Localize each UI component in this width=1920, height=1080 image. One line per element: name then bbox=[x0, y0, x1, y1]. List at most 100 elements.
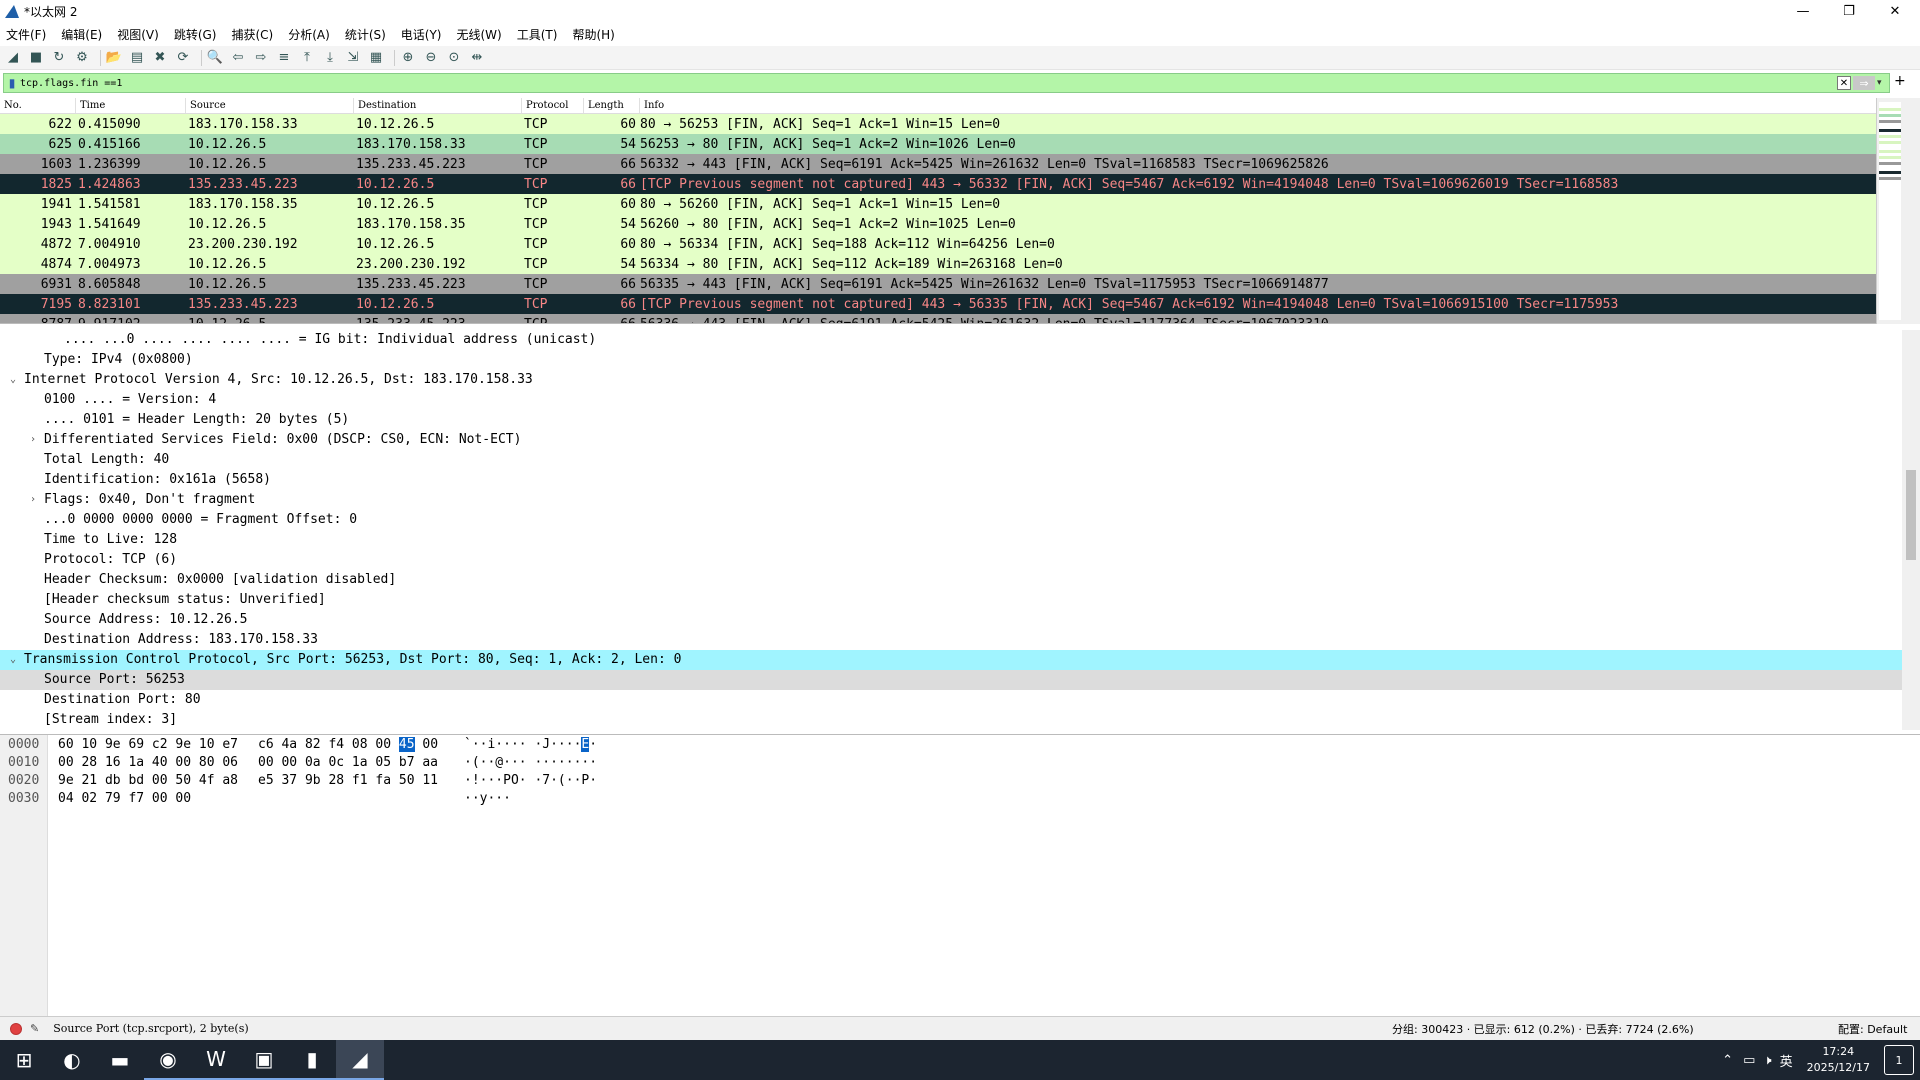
go-forward-icon[interactable]: ⇨ bbox=[252, 49, 270, 67]
notification-center-icon[interactable]: 1 bbox=[1884, 1045, 1914, 1075]
detail-line[interactable]: ⌄ Transmission Control Protocol, Src Port… bbox=[0, 650, 1902, 670]
tray-chevron-icon[interactable]: ⌃ bbox=[1722, 1053, 1733, 1068]
detail-line[interactable]: Source Port: 56253 bbox=[0, 670, 1902, 690]
packet-details-scrollbar[interactable] bbox=[1902, 330, 1920, 730]
menu-item-6[interactable]: 统计(S) bbox=[345, 26, 386, 43]
column-header-protocol[interactable]: Protocol bbox=[522, 98, 584, 113]
packet-row[interactable]: 4872 7.004910 23.200.230.192 10.12.26.5 TCP 6… bbox=[0, 234, 1876, 254]
capture-options-icon[interactable]: ⚙ bbox=[73, 49, 91, 67]
clear-filter-icon[interactable]: ✕ bbox=[1837, 76, 1851, 90]
menu-item-2[interactable]: 视图(V) bbox=[117, 26, 159, 43]
hex-ascii[interactable]: ·!···PO· ·7·(··P· bbox=[464, 772, 597, 790]
detail-line[interactable]: ⌄ Internet Protocol Version 4, Src: 10.12… bbox=[0, 370, 1902, 390]
expand-right-icon[interactable]: › bbox=[26, 490, 40, 510]
wireshark-icon[interactable]: ◢ bbox=[336, 1040, 384, 1080]
packet-row[interactable]: 4874 7.004973 10.12.26.5 23.200.230.192 TCP 5… bbox=[0, 254, 1876, 274]
network-icon[interactable]: ▭ bbox=[1743, 1053, 1755, 1068]
go-back-icon[interactable]: ⇦ bbox=[229, 49, 247, 67]
bookmark-icon[interactable]: ▮ bbox=[4, 74, 20, 92]
detail-line[interactable]: › Flags: 0x40, Don't fragment bbox=[0, 490, 1902, 510]
zoom-in-icon[interactable]: ⊕ bbox=[399, 49, 417, 67]
go-last-icon[interactable]: ⤓ bbox=[321, 49, 339, 67]
autoscroll-icon[interactable]: ⇲ bbox=[344, 49, 362, 67]
column-header-time[interactable]: Time bbox=[76, 98, 186, 113]
menu-item-10[interactable]: 帮助(H) bbox=[572, 26, 614, 43]
detail-line[interactable]: Destination Port: 80 bbox=[0, 690, 1902, 710]
hex-bytes-a[interactable]: 04 02 79 f7 00 00 bbox=[58, 790, 191, 808]
menu-item-7[interactable]: 电话(Y) bbox=[401, 26, 442, 43]
packet-row[interactable]: 1825 1.424863 135.233.45.223 10.12.26.5 TCP 6… bbox=[0, 174, 1876, 194]
expand-down-icon[interactable]: ⌄ bbox=[6, 370, 20, 390]
packet-row[interactable]: 1943 1.541649 10.12.26.5 183.170.158.35 TCP 5… bbox=[0, 214, 1876, 234]
menu-item-9[interactable]: 工具(T) bbox=[517, 26, 558, 43]
ime-indicator[interactable]: 英 bbox=[1780, 1051, 1793, 1070]
packet-row[interactable]: 625 0.415166 10.12.26.5 183.170.158.33 TCP 54… bbox=[0, 134, 1876, 154]
zoom-out-icon[interactable]: ⊖ bbox=[422, 49, 440, 67]
detail-line[interactable]: 0100 .... = Version: 4 bbox=[0, 390, 1902, 410]
start-capture-icon[interactable]: ◢ bbox=[4, 49, 22, 67]
save-file-icon[interactable]: ▤ bbox=[128, 49, 146, 67]
detail-line[interactable]: Header Checksum: 0x0000 [validation disa… bbox=[0, 570, 1902, 590]
packet-row[interactable]: 1941 1.541581 183.170.158.35 10.12.26.5 TCP 6… bbox=[0, 194, 1876, 214]
detail-line[interactable]: Destination Address: 183.170.158.33 bbox=[0, 630, 1902, 650]
start-icon[interactable]: ⊞ bbox=[0, 1040, 48, 1080]
menu-item-8[interactable]: 无线(W) bbox=[457, 26, 502, 43]
detail-line[interactable]: Identification: 0x161a (5658) bbox=[0, 470, 1902, 490]
menu-item-3[interactable]: 跳转(G) bbox=[174, 26, 217, 43]
packet-row[interactable]: 1603 1.236399 10.12.26.5 135.233.45.223 TCP 6… bbox=[0, 154, 1876, 174]
go-first-icon[interactable]: ⤒ bbox=[298, 49, 316, 67]
hex-bytes-a[interactable]: 9e 21 db bd 00 50 4f a8 bbox=[58, 772, 238, 790]
close-button[interactable]: ✕ bbox=[1872, 0, 1918, 22]
hex-bytes-a[interactable]: 60 10 9e 69 c2 9e 10 e7 bbox=[58, 736, 238, 754]
detail-line[interactable]: [Header checksum status: Unverified] bbox=[0, 590, 1902, 610]
find-packet-icon[interactable]: 🔍 bbox=[206, 49, 224, 67]
scrollbar-thumb[interactable] bbox=[1906, 470, 1916, 560]
hex-bytes-b[interactable]: 00 00 0a 0c 1a 05 b7 aa bbox=[258, 754, 438, 772]
detail-line[interactable]: .... ...0 .... .... .... .... = IG bit: … bbox=[0, 330, 1902, 350]
expert-info-icon[interactable] bbox=[10, 1022, 22, 1035]
resize-columns-icon[interactable]: ⇹ bbox=[468, 49, 486, 67]
hex-bytes-a[interactable]: 00 28 16 1a 40 00 80 06 bbox=[58, 754, 238, 772]
detail-line[interactable]: › Differentiated Services Field: 0x00 (DS… bbox=[0, 430, 1902, 450]
restart-capture-icon[interactable]: ↻ bbox=[50, 49, 68, 67]
clock[interactable]: 17:24 2025/12/17 bbox=[1807, 1044, 1870, 1076]
zoom-normal-icon[interactable]: ⊙ bbox=[445, 49, 463, 67]
stop-capture-icon[interactable]: ■ bbox=[27, 49, 45, 67]
detail-line[interactable]: Source Address: 10.12.26.5 bbox=[0, 610, 1902, 630]
menu-item-0[interactable]: 文件(F) bbox=[6, 26, 46, 43]
colorize-icon[interactable]: ▦ bbox=[367, 49, 385, 67]
volume-icon[interactable]: 🕨 bbox=[1763, 1053, 1771, 1068]
packet-row[interactable]: 7195 8.823101 135.233.45.223 10.12.26.5 TCP 6… bbox=[0, 294, 1876, 314]
column-header-source[interactable]: Source bbox=[186, 98, 354, 113]
expand-down-icon[interactable]: ⌄ bbox=[6, 650, 20, 670]
hex-bytes-b[interactable]: c6 4a 82 f4 08 00 45 00 bbox=[258, 736, 438, 754]
hex-ascii[interactable]: ··y··· bbox=[464, 790, 511, 808]
packet-row[interactable]: 8787 9.917102 10.12.26.5 135.233.45.223 TCP 6… bbox=[0, 314, 1876, 323]
packet-minimap-scrollbar[interactable] bbox=[1876, 98, 1902, 324]
close-file-icon[interactable]: ✖ bbox=[151, 49, 169, 67]
column-header-length[interactable]: Length bbox=[584, 98, 640, 113]
hex-ascii[interactable]: `··i···· ·J····E· bbox=[464, 736, 597, 754]
expand-right-icon[interactable]: › bbox=[26, 430, 40, 450]
detail-line[interactable]: Type: IPv4 (0x0800) bbox=[0, 350, 1902, 370]
packet-row[interactable]: 6931 8.605848 10.12.26.5 135.233.45.223 TCP 6… bbox=[0, 274, 1876, 294]
minimize-button[interactable]: — bbox=[1780, 0, 1826, 22]
detail-line[interactable]: Time to Live: 128 bbox=[0, 530, 1902, 550]
menu-item-4[interactable]: 捕获(C) bbox=[231, 26, 273, 43]
packet-row[interactable]: 622 0.415090 183.170.158.33 10.12.26.5 TCP 60… bbox=[0, 114, 1876, 134]
detail-line[interactable]: [Stream index: 3] bbox=[0, 710, 1902, 730]
detail-line[interactable]: ...0 0000 0000 0000 = Fragment Offset: 0 bbox=[0, 510, 1902, 530]
detail-line[interactable]: Total Length: 40 bbox=[0, 450, 1902, 470]
menu-item-1[interactable]: 编辑(E) bbox=[61, 26, 102, 43]
hex-bytes-b[interactable]: e5 37 9b 28 f1 fa 50 11 bbox=[258, 772, 438, 790]
open-file-icon[interactable]: 📂 bbox=[105, 49, 123, 67]
column-header-info[interactable]: Info bbox=[640, 98, 1920, 113]
detail-line[interactable]: .... 0101 = Header Length: 20 bytes (5) bbox=[0, 410, 1902, 430]
menu-item-5[interactable]: 分析(A) bbox=[288, 26, 330, 43]
reload-file-icon[interactable]: ⟳ bbox=[174, 49, 192, 67]
word-icon[interactable]: W bbox=[192, 1040, 240, 1080]
apply-filter-button[interactable]: ⇒ bbox=[1853, 76, 1875, 90]
status-profile[interactable]: 配置: Default bbox=[1838, 1021, 1907, 1037]
display-filter-input[interactable] bbox=[20, 75, 1837, 91]
file-explorer-icon[interactable]: ▬ bbox=[96, 1040, 144, 1080]
